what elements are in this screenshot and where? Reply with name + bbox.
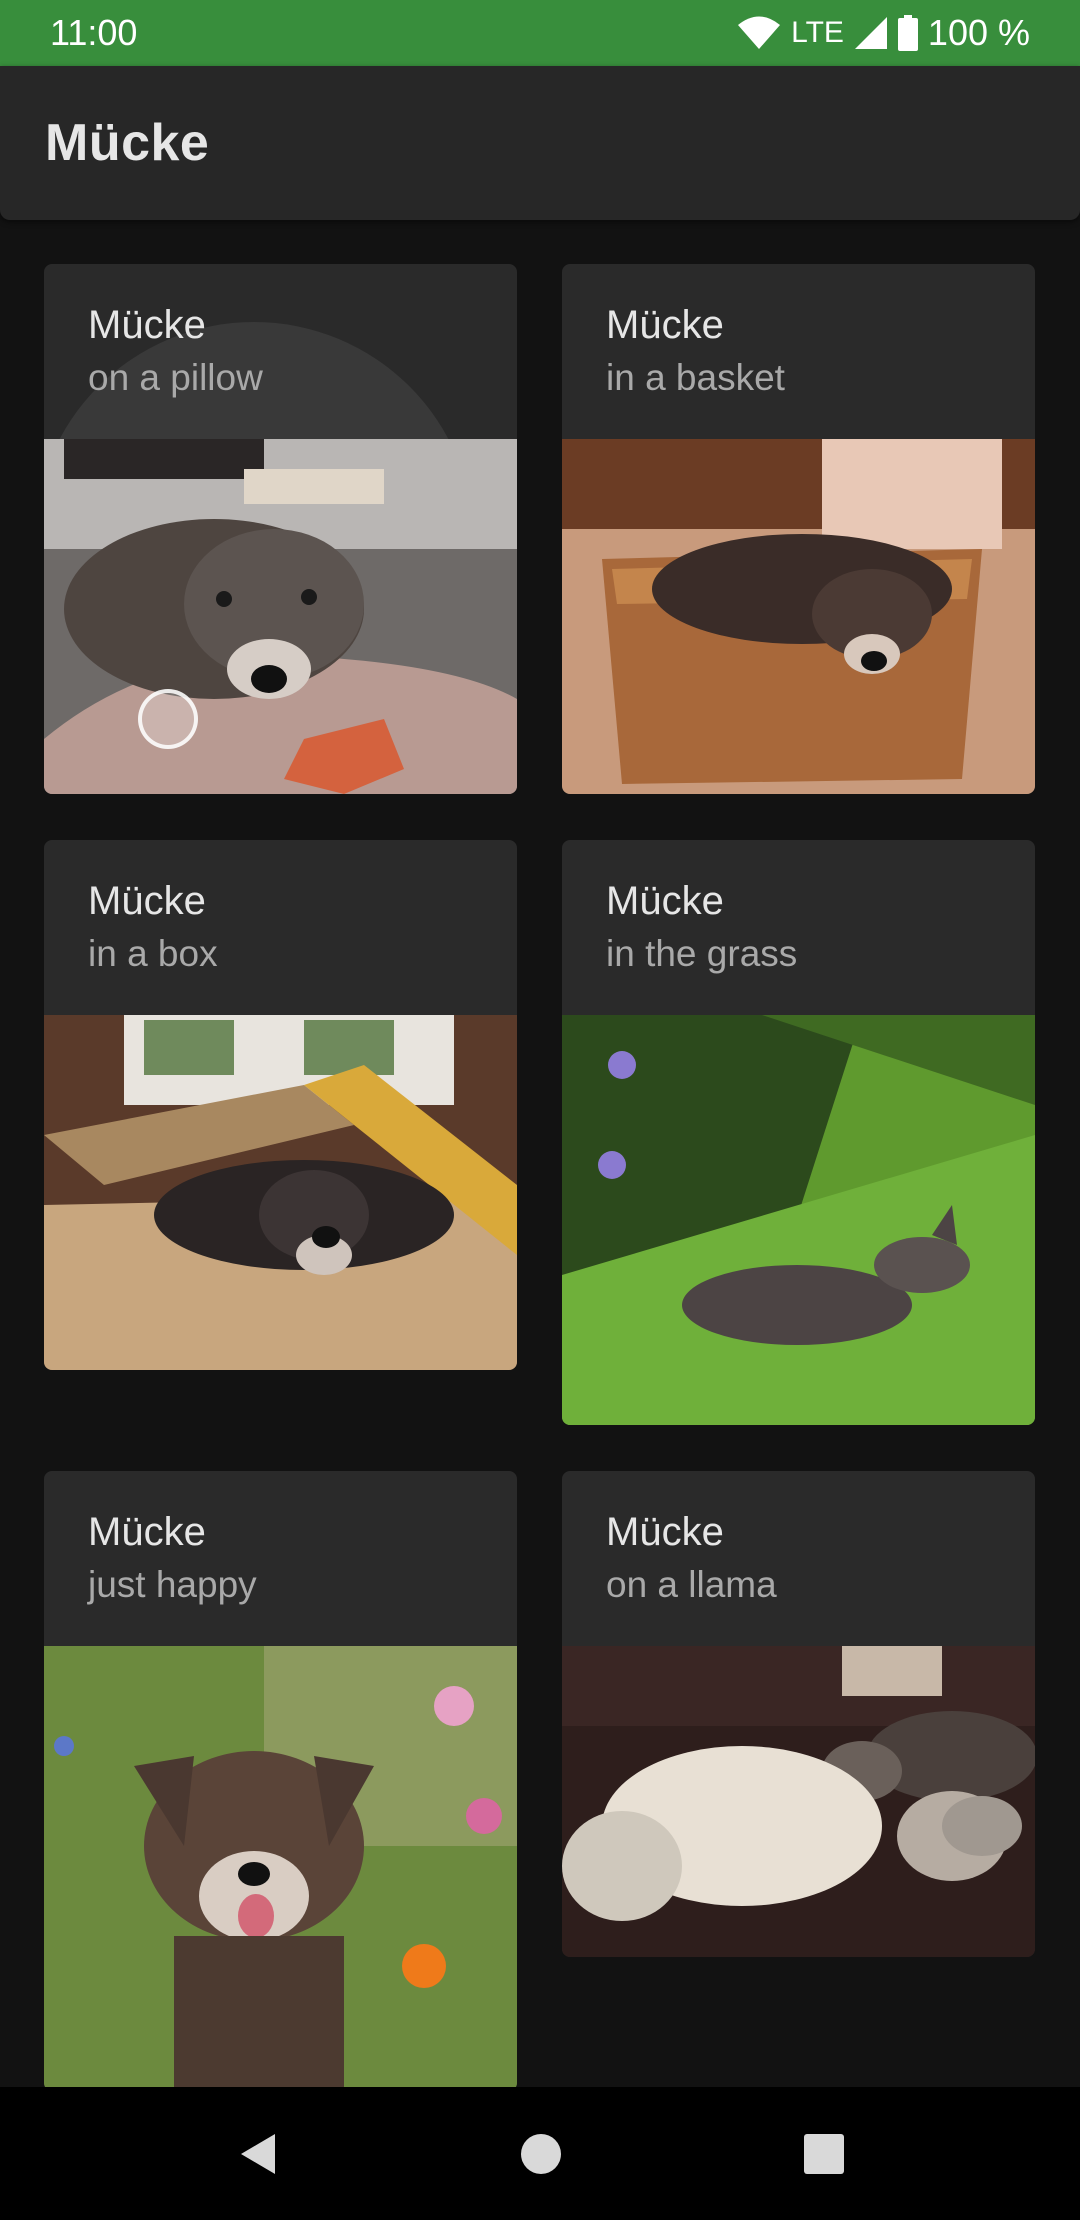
battery-level: 100 %	[927, 12, 1030, 53]
card-title: Mücke	[606, 1510, 724, 1554]
card-title: Mücke	[606, 879, 724, 923]
card-header: Mücke in the grass	[562, 840, 1035, 1015]
card-on-a-pillow[interactable]: Mücke on a pillow	[44, 264, 517, 794]
card-title: Mücke	[606, 303, 724, 347]
card-in-a-basket[interactable]: Mücke in a basket	[562, 264, 1035, 794]
card-header: Mücke just happy	[44, 1471, 517, 1646]
dog-photo	[562, 1015, 1035, 1425]
home-icon[interactable]	[519, 2132, 563, 2176]
app-bar: Mücke	[0, 66, 1080, 220]
card-subtitle: on a llama	[606, 1564, 777, 1605]
card-subtitle: in a box	[88, 933, 218, 974]
status-time: 11:00	[50, 12, 138, 53]
card-header: Mücke in a basket	[562, 264, 1035, 439]
card-subtitle: on a pillow	[88, 357, 263, 398]
dog-photo	[562, 1646, 1035, 1957]
touch-indicator	[138, 689, 198, 749]
wifi-icon	[738, 16, 781, 49]
card-title: Mücke	[88, 1510, 206, 1554]
dog-photo	[562, 439, 1035, 794]
back-icon[interactable]	[235, 2130, 279, 2178]
card-in-the-grass[interactable]: Mücke in the grass	[562, 840, 1035, 1425]
card-header: Mücke on a llama	[562, 1471, 1035, 1646]
dog-photo	[44, 1646, 517, 2091]
status-icons: LTE 100 %	[737, 12, 1030, 54]
signal-icon	[854, 17, 887, 49]
status-bar: 11:00 LTE 100 %	[0, 0, 1080, 66]
card-subtitle: just happy	[88, 1564, 257, 1605]
battery-icon	[897, 15, 918, 51]
dog-photo	[44, 1015, 517, 1370]
network-type: LTE	[791, 16, 844, 49]
card-just-happy[interactable]: Mücke just happy	[44, 1471, 517, 2091]
card-header: Mücke on a pillow	[44, 264, 517, 439]
card-in-a-box[interactable]: Mücke in a box	[44, 840, 517, 1370]
card-on-a-llama[interactable]: Mücke on a llama	[562, 1471, 1035, 1957]
system-navigation-bar	[0, 2087, 1080, 2220]
card-subtitle: in a basket	[606, 357, 785, 398]
dog-photo	[44, 439, 517, 794]
card-title: Mücke	[88, 879, 206, 923]
card-subtitle: in the grass	[606, 933, 798, 974]
recents-icon[interactable]	[803, 2133, 845, 2175]
card-title: Mücke	[88, 303, 206, 347]
card-header: Mücke in a box	[44, 840, 517, 1015]
page-title: Mücke	[45, 114, 210, 172]
